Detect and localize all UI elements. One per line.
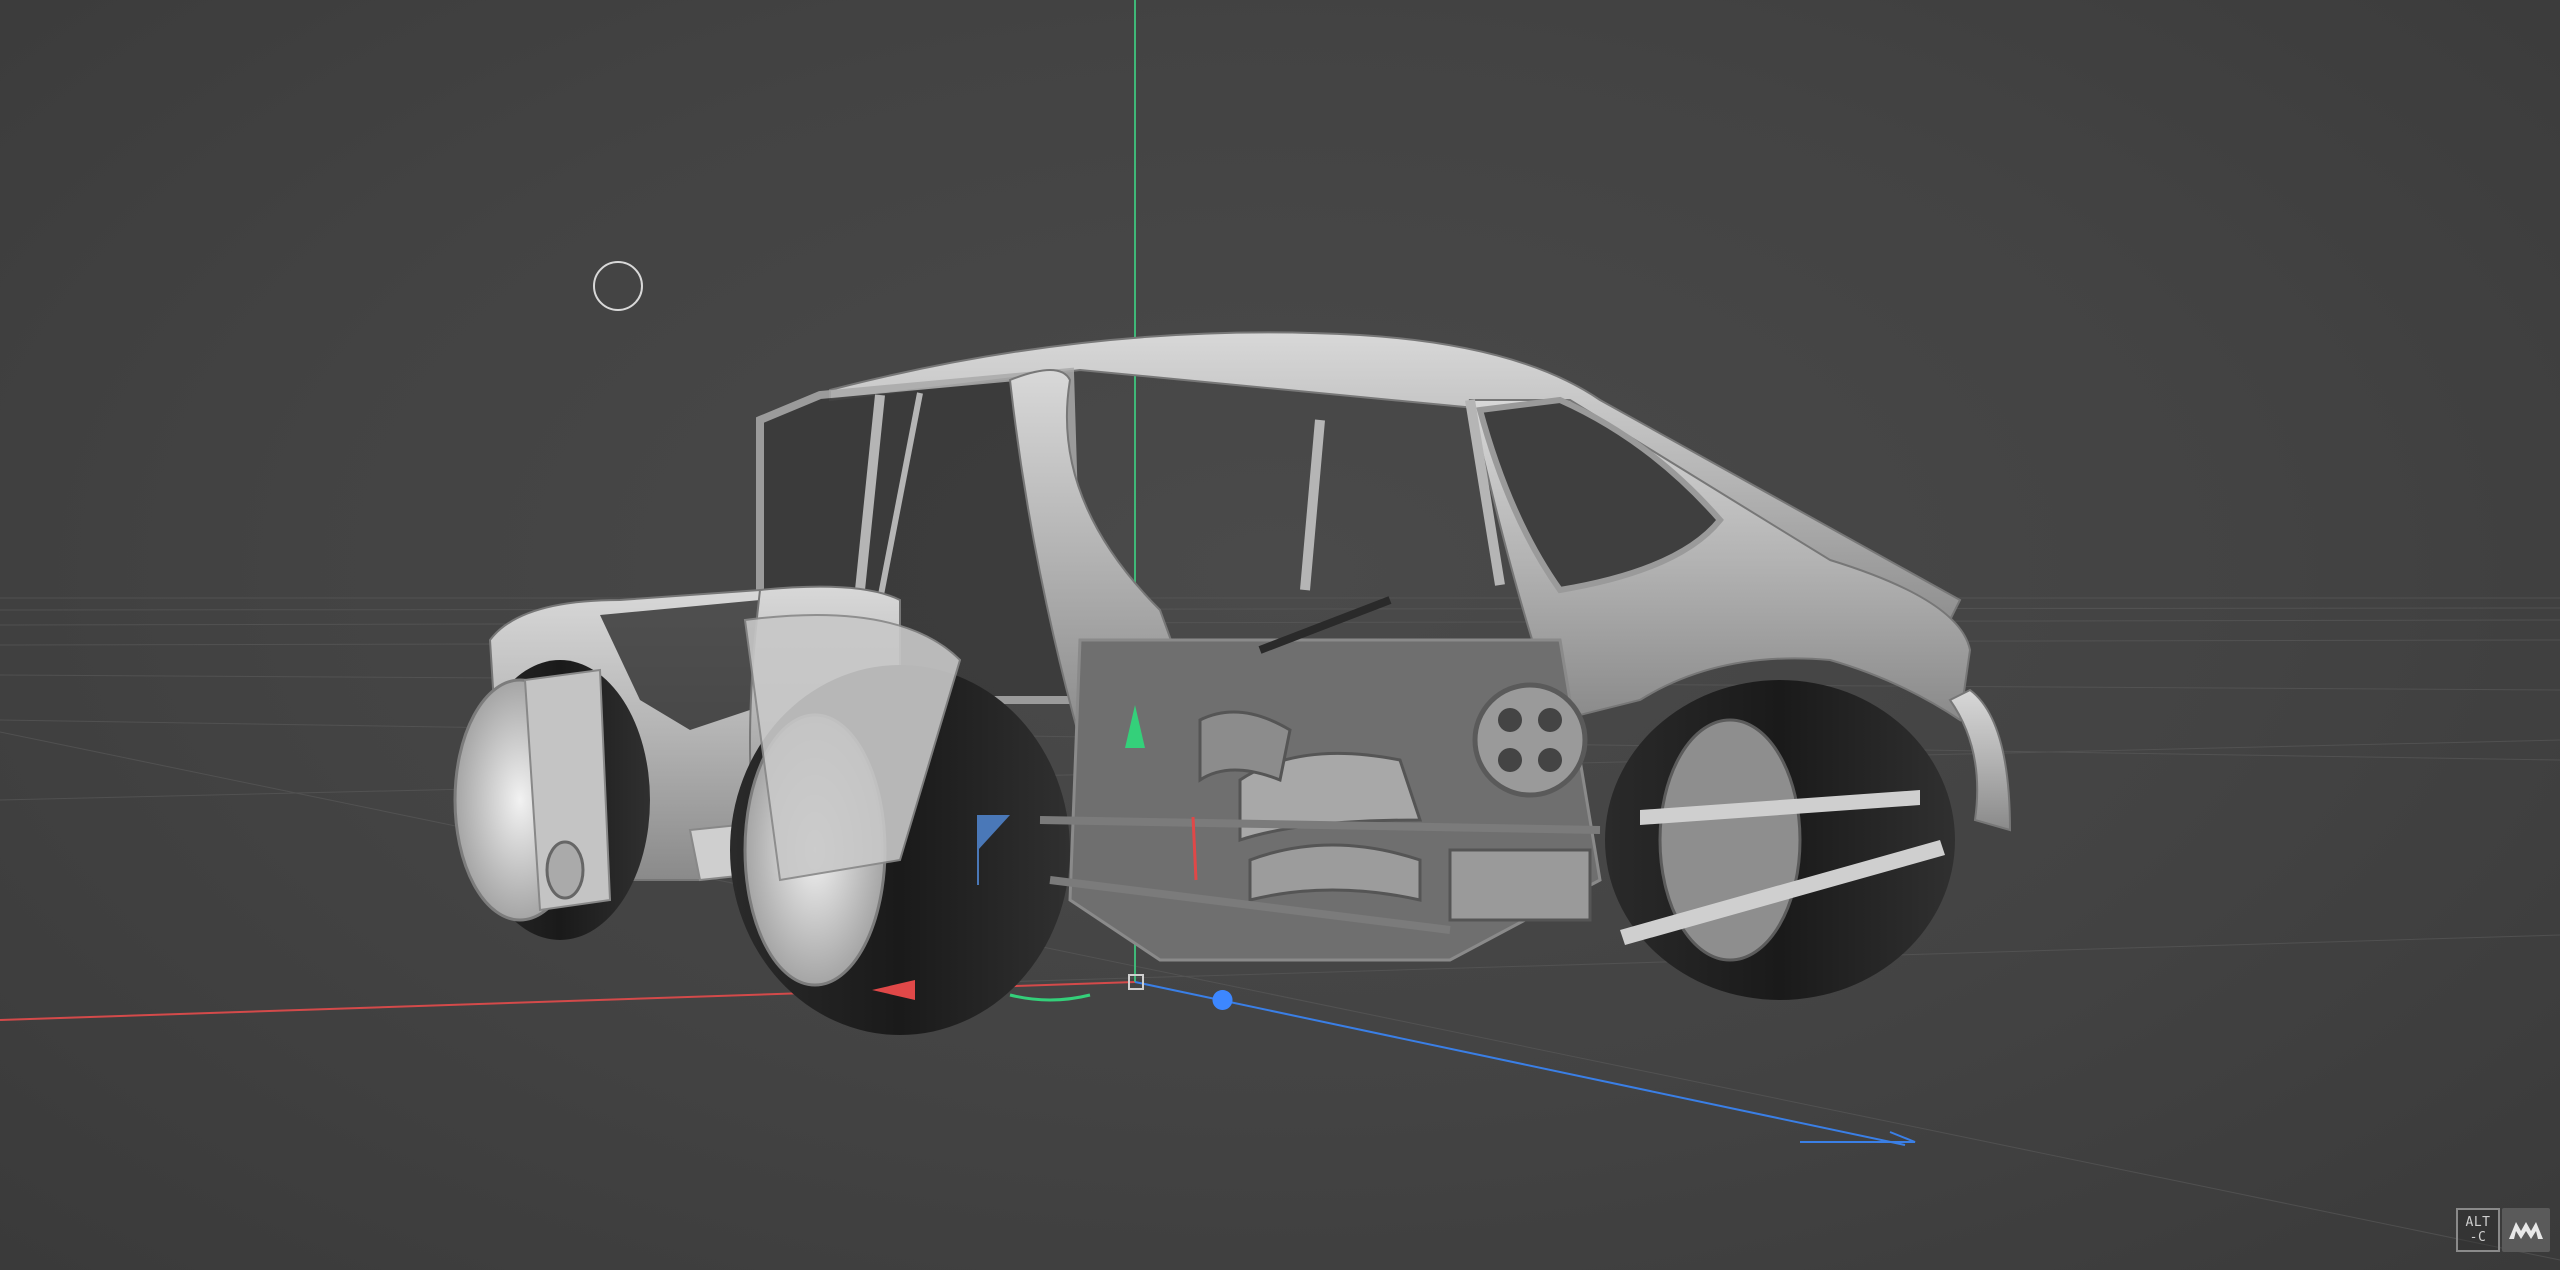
car-model[interactable] (453, 331, 2012, 1035)
shortcut-hint-badge: ALT -C (2456, 1208, 2500, 1252)
axis-z-line (1134, 981, 1906, 1146)
gizmo-rotate-arc[interactable] (1009, 993, 1091, 1002)
brand-logo-mark (2509, 1222, 2543, 1239)
engine-block (1039, 596, 1602, 962)
right-rear-tire (1605, 680, 2012, 1000)
viewport[interactable]: ALT -C (0, 0, 2560, 1270)
gizmo-z-handle[interactable] (1212, 990, 1233, 1010)
brand-logo-icon (2502, 1208, 2550, 1252)
key-hint-alt: ALT (2465, 1215, 2491, 1230)
front-tire (453, 660, 650, 940)
viewport-scene[interactable] (0, 0, 2560, 1270)
cursor-ring-icon (593, 261, 643, 311)
key-hint-c: -C (2469, 1230, 2487, 1245)
